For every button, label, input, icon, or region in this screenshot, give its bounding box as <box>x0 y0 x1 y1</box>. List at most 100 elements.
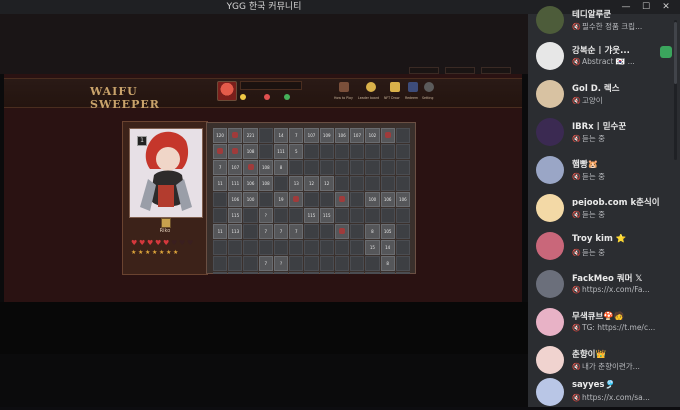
board-cell[interactable]: 108 <box>258 176 273 191</box>
board-cell[interactable] <box>243 240 258 255</box>
board-cell[interactable] <box>228 240 243 255</box>
board-cell[interactable]: 7 <box>289 128 304 143</box>
board-cell[interactable]: 111 <box>273 144 289 159</box>
board-cell[interactable]: 13 <box>289 176 304 191</box>
board-cell[interactable] <box>213 256 228 271</box>
board-cell[interactable] <box>213 272 228 274</box>
mine-cell[interactable] <box>334 224 350 239</box>
board-cell[interactable]: 115 <box>319 208 334 223</box>
member-item[interactable]: Gol D. 렉스 🔇고양이 <box>528 76 680 112</box>
board-cell[interactable] <box>350 208 365 223</box>
board-cell[interactable] <box>304 240 319 255</box>
mine-cell[interactable] <box>289 192 304 207</box>
board-cell[interactable]: 106 <box>243 176 258 191</box>
board-cell[interactable] <box>289 240 304 255</box>
member-item[interactable]: 햄빵🐹 🔇듣는 중 <box>528 152 680 188</box>
board-cell[interactable]: 111 <box>228 176 243 191</box>
board-cell[interactable] <box>365 144 380 159</box>
board-cell[interactable]: 8 <box>365 224 380 239</box>
board-cell[interactable] <box>319 272 334 274</box>
board-cell[interactable] <box>213 208 228 223</box>
board-cell[interactable] <box>350 272 365 274</box>
board-cell[interactable] <box>395 160 410 175</box>
board-cell[interactable] <box>334 240 350 255</box>
board-cell[interactable] <box>334 144 350 159</box>
board-cell[interactable] <box>273 176 289 191</box>
board-cell[interactable]: 107 <box>304 128 319 143</box>
top-link-3[interactable] <box>481 67 511 74</box>
board-cell[interactable] <box>365 272 380 274</box>
board-cell[interactable] <box>350 224 365 239</box>
board-cell[interactable] <box>350 160 365 175</box>
board-cell[interactable] <box>319 240 334 255</box>
member-item[interactable]: IBRx | 믿수꾼 🔇듣는 중 <box>528 114 680 150</box>
top-link-2[interactable] <box>445 67 475 74</box>
board-cell[interactable] <box>350 144 365 159</box>
board-cell[interactable] <box>319 256 334 271</box>
board-cell[interactable] <box>395 272 410 274</box>
board-cell[interactable]: 221 <box>243 128 258 143</box>
member-item[interactable]: FackMeo 쿼머 𝕏 🔇https://x.com/Fa... <box>528 266 680 302</box>
member-item[interactable]: Troy kim ⭐ 🔇듣는 중 <box>528 228 680 264</box>
board-cell[interactable]: 106 <box>334 128 350 143</box>
board-cell[interactable]: 107 <box>228 160 243 175</box>
board-cell[interactable] <box>350 256 365 271</box>
board-cell[interactable] <box>289 272 304 274</box>
board-cell[interactable]: 108 <box>258 160 273 175</box>
board-cell[interactable] <box>289 208 304 223</box>
plus-icon[interactable] <box>284 94 290 100</box>
board-cell[interactable] <box>380 208 395 223</box>
board-cell[interactable]: 107 <box>350 128 365 143</box>
board-cell[interactable] <box>334 272 350 274</box>
board-cell[interactable]: 14 <box>380 240 395 255</box>
board-cell[interactable] <box>289 256 304 271</box>
member-item[interactable]: sayyes🎐 🔇https://x.com/sa... <box>528 374 680 410</box>
board-cell[interactable] <box>273 208 289 223</box>
board-cell[interactable] <box>319 224 334 239</box>
board-cell[interactable]: 7 <box>258 256 273 271</box>
board-cell[interactable] <box>228 272 243 274</box>
board-cell[interactable] <box>289 160 304 175</box>
board-cell[interactable]: 105 <box>380 224 395 239</box>
board-cell[interactable]: ? <box>273 256 289 271</box>
board-cell[interactable]: ? <box>258 208 273 223</box>
board-cell[interactable] <box>258 272 273 274</box>
board-cell[interactable] <box>334 256 350 271</box>
board-cell[interactable] <box>243 224 258 239</box>
board-cell[interactable] <box>395 256 410 271</box>
board-cell[interactable] <box>228 256 243 271</box>
board-cell[interactable] <box>304 192 319 207</box>
board-cell[interactable]: 8 <box>380 256 395 271</box>
board-cell[interactable]: 120 <box>213 128 228 143</box>
board-cell[interactable]: 7 <box>213 160 228 175</box>
board-cell[interactable]: 108 <box>243 144 258 159</box>
board-cell[interactable] <box>319 160 334 175</box>
mine-cell[interactable] <box>213 144 228 159</box>
member-item[interactable]: pejoob.com k춘식이 🔇듣는 중 <box>528 190 680 226</box>
board-cell[interactable] <box>365 208 380 223</box>
board-cell[interactable] <box>380 144 395 159</box>
board-cell[interactable] <box>365 256 380 271</box>
member-item[interactable]: 춘향이👑 🔇내가 춘향이련가... <box>528 342 680 378</box>
board-cell[interactable] <box>258 192 273 207</box>
board-cell[interactable]: 14 <box>273 128 289 143</box>
mine-cell[interactable] <box>228 144 243 159</box>
board-cell[interactable] <box>350 192 365 207</box>
board-cell[interactable] <box>304 224 319 239</box>
mine-cell[interactable] <box>228 128 243 143</box>
board-cell[interactable] <box>365 160 380 175</box>
trophy-icon[interactable] <box>366 82 376 92</box>
board-cell[interactable] <box>334 160 350 175</box>
board-cell[interactable] <box>213 192 228 207</box>
board-cell[interactable]: 106 <box>380 192 395 207</box>
board-cell[interactable] <box>395 176 410 191</box>
board-cell[interactable] <box>258 128 273 143</box>
board-cell[interactable] <box>258 144 273 159</box>
member-item[interactable]: 강복순 | 갸웃... 🔇Abstract 🇰🇷 ... <box>528 38 680 74</box>
member-item[interactable]: 무색큐브🍄🧑 🔇TG: https://t.me/c... <box>528 304 680 340</box>
board-cell[interactable] <box>395 144 410 159</box>
draw-icon[interactable] <box>390 82 400 92</box>
board-cell[interactable]: 109 <box>319 128 334 143</box>
board-cell[interactable] <box>380 272 395 274</box>
board-cell[interactable] <box>304 272 319 274</box>
